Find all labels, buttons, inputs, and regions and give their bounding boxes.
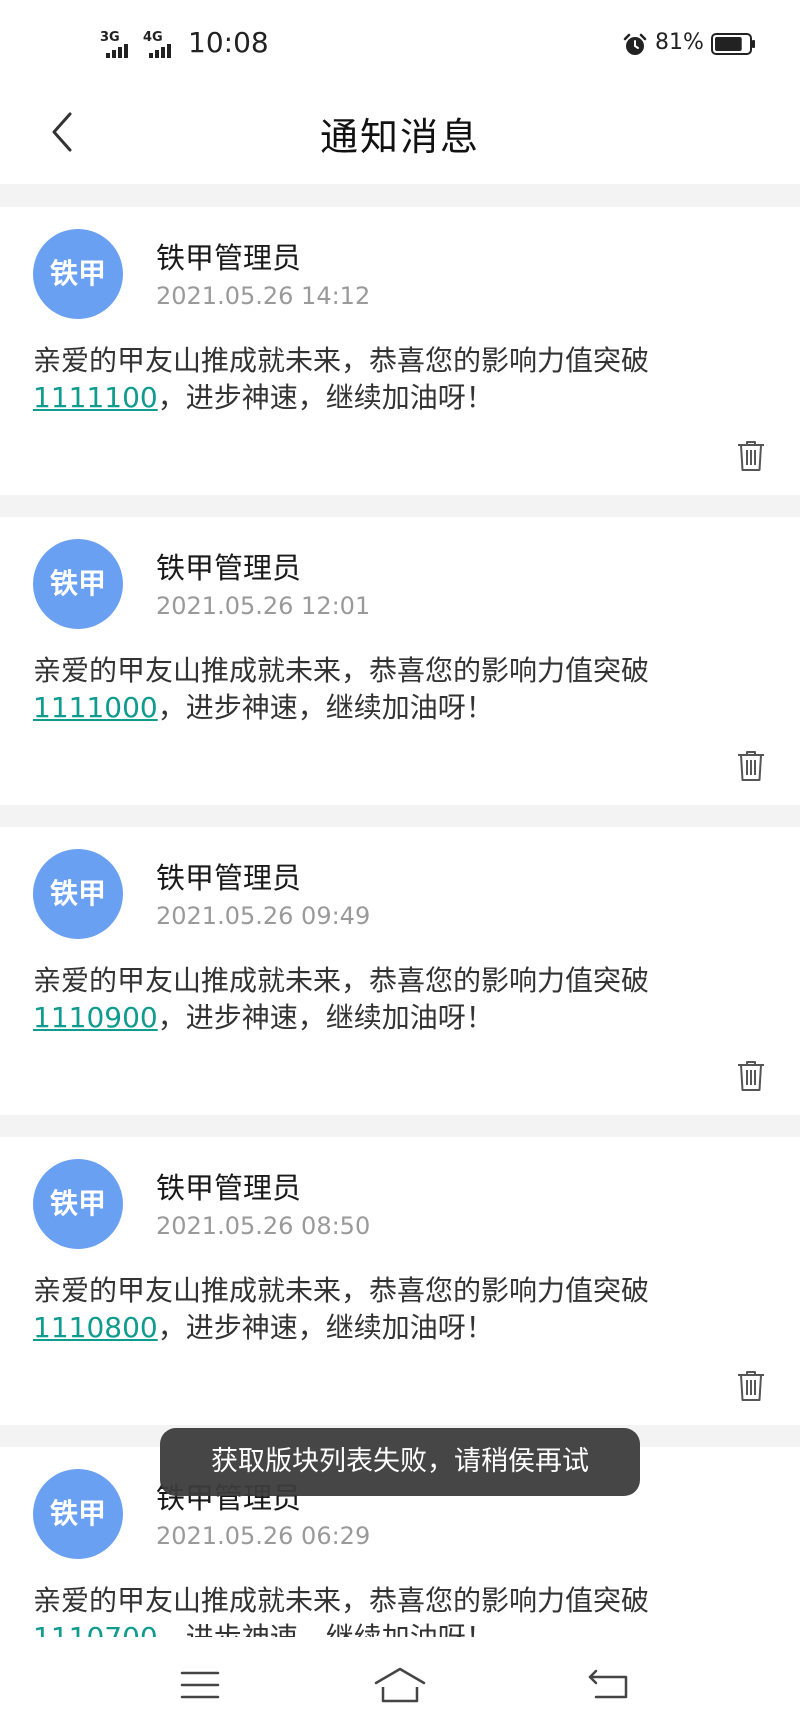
message-text: ，进步神速，继续加油呀！: [158, 1621, 494, 1637]
influence-value-link[interactable]: 1110700: [33, 1621, 158, 1637]
message-text: ，进步神速，继续加油呀！: [157, 691, 494, 724]
sender-name: 铁甲管理员: [156, 861, 302, 895]
influence-value-link[interactable]: 1111000: [33, 691, 158, 724]
message-text: ，进步神速，继续加油呀！: [157, 381, 494, 414]
sender-name: 铁甲管理员: [156, 241, 302, 275]
notification-time: 2021.05.26 14:12: [156, 282, 371, 310]
trash-icon[interactable]: [736, 439, 766, 473]
signal-bars-icon: [149, 44, 171, 58]
sim2-signal: 4G: [143, 30, 183, 58]
status-time: 10:08: [188, 26, 269, 59]
notification-message: 亲爱的甲友山推成就未来，恭喜您的影响力值突破 1110800，进步神速，继续加油呀…: [33, 1272, 773, 1346]
message-text: 亲爱的甲友山推成就未来，恭喜您的影响力值突破: [33, 1274, 650, 1307]
system-nav-bar: [0, 1637, 800, 1733]
sender-avatar: 铁甲: [33, 229, 123, 319]
error-toast: 获取版块列表失败，请稍侯再试: [160, 1428, 640, 1496]
influence-value-link[interactable]: 1110900: [33, 1001, 158, 1034]
message-text: 亲爱的甲友山推成就未来，恭喜您的影响力值突破: [33, 1584, 650, 1617]
return-icon[interactable]: [582, 1663, 638, 1707]
battery-percentage: 81%: [655, 30, 704, 55]
trash-icon[interactable]: [736, 1369, 766, 1403]
notification-time: 2021.05.26 06:29: [156, 1522, 371, 1550]
notification-card[interactable]: 铁甲 铁甲管理员 2021.05.26 14:12 亲爱的甲友山推成就未来，恭喜…: [0, 207, 800, 495]
sender-avatar: 铁甲: [33, 849, 123, 939]
battery-icon: [711, 33, 755, 55]
sender-name: 铁甲管理员: [156, 551, 302, 585]
status-bar: 3G 4G 10:08 81%: [0, 0, 800, 90]
notification-time: 2021.05.26 12:01: [156, 592, 371, 620]
notification-card[interactable]: 铁甲 铁甲管理员 2021.05.26 08:50 亲爱的甲友山推成就未来，恭喜…: [0, 1137, 800, 1425]
notification-message: 亲爱的甲友山推成就未来，恭喜您的影响力值突破 1111000，进步神速，继续加油呀…: [33, 652, 773, 726]
signal-bars-icon: [106, 44, 128, 58]
home-icon[interactable]: [372, 1663, 428, 1707]
sender-avatar: 铁甲: [33, 539, 123, 629]
message-text: 亲爱的甲友山推成就未来，恭喜您的影响力值突破: [33, 964, 650, 997]
sender-name: 铁甲管理员: [156, 1171, 302, 1205]
app-header: 通知消息: [0, 90, 800, 184]
notification-message: 亲爱的甲友山推成就未来，恭喜您的影响力值突破 1110700，进步神速，继续加油呀…: [33, 1582, 773, 1637]
notification-card[interactable]: 铁甲 铁甲管理员 2021.05.26 12:01 亲爱的甲友山推成就未来，恭喜…: [0, 517, 800, 805]
message-text: 亲爱的甲友山推成就未来，恭喜您的影响力值突破: [33, 344, 650, 377]
notification-time: 2021.05.26 08:50: [156, 1212, 371, 1240]
trash-icon[interactable]: [736, 1059, 766, 1093]
notification-list[interactable]: 铁甲 铁甲管理员 2021.05.26 14:12 亲爱的甲友山推成就未来，恭喜…: [0, 207, 800, 1637]
influence-value-link[interactable]: 1110800: [33, 1311, 158, 1344]
notification-screen: 3G 4G 10:08 81% 通知消息 铁甲 铁甲管理员 2021.05.26…: [0, 0, 800, 1733]
alarm-clock-icon: [623, 33, 647, 55]
trash-icon[interactable]: [736, 749, 766, 783]
sim2-network-label: 4G: [143, 30, 163, 45]
sender-avatar: 铁甲: [33, 1469, 123, 1559]
message-text: ，进步神速，继续加油呀！: [157, 1311, 494, 1344]
sender-avatar: 铁甲: [33, 1159, 123, 1249]
menu-icon[interactable]: [172, 1663, 228, 1707]
page-title: 通知消息: [319, 115, 480, 159]
notification-time: 2021.05.26 09:49: [156, 902, 371, 930]
sim1-network-label: 3G: [100, 30, 120, 45]
notification-message: 亲爱的甲友山推成就未来，恭喜您的影响力值突破 1111100，进步神速，继续加油呀…: [33, 342, 773, 416]
message-text: ，进步神速，继续加油呀！: [157, 1001, 494, 1034]
notification-message: 亲爱的甲友山推成就未来，恭喜您的影响力值突破 1110900，进步神速，继续加油呀…: [33, 962, 773, 1036]
influence-value-link[interactable]: 1111100: [33, 381, 158, 414]
notification-card[interactable]: 铁甲 铁甲管理员 2021.05.26 09:49 亲爱的甲友山推成就未来，恭喜…: [0, 827, 800, 1115]
sim1-signal: 3G: [100, 30, 140, 58]
message-text: 亲爱的甲友山推成就未来，恭喜您的影响力值突破: [33, 654, 650, 687]
